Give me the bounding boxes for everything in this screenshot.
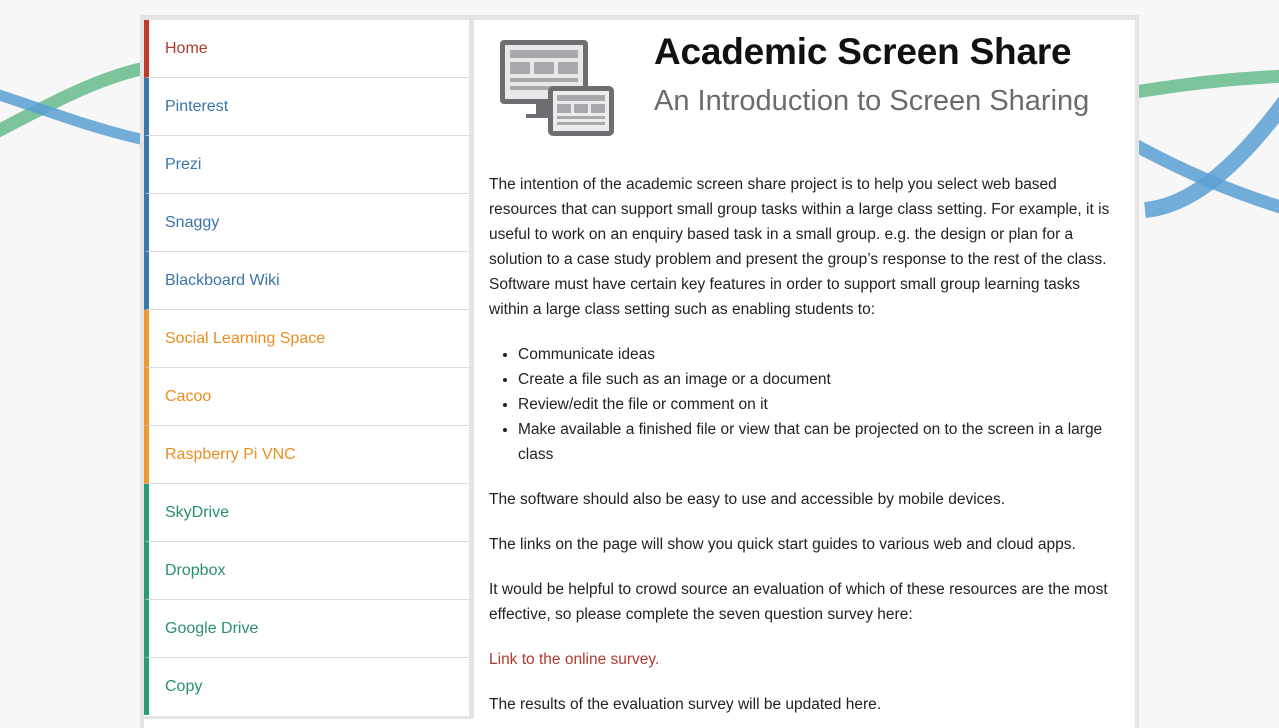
article-body: The intention of the academic screen sha…: [489, 172, 1114, 728]
sidebar-item-skydrive[interactable]: SkyDrive: [144, 484, 469, 542]
survey-link[interactable]: Link to the online survey.: [489, 651, 659, 668]
sidebar-item-dropbox[interactable]: Dropbox: [144, 542, 469, 600]
list-item: Create a file such as an image or a docu…: [518, 367, 1114, 392]
main-content: Academic Screen Share An Introduction to…: [474, 20, 1135, 728]
page-title: Academic Screen Share: [654, 31, 1072, 72]
list-item: Communicate ideas: [518, 342, 1114, 367]
ribbon-blue-right-2: [1143, 96, 1279, 218]
screens-icon: [500, 40, 614, 136]
feature-list: Communicate ideas Create a file such as …: [489, 342, 1114, 467]
ribbon-green-right: [1134, 69, 1279, 99]
results-paragraph: The results of the evaluation survey wil…: [489, 696, 882, 713]
sidebar-item-raspberry-pi-vnc[interactable]: Raspberry Pi VNC: [144, 426, 469, 484]
intro-paragraph: The intention of the academic screen sha…: [489, 176, 1110, 318]
sidebar-nav: Home Pinterest Prezi Snaggy Blackboard W…: [144, 20, 469, 716]
sidebar-item-blackboard-wiki[interactable]: Blackboard Wiki: [144, 252, 469, 310]
list-item: Review/edit the file or comment on it: [518, 392, 1114, 417]
links-paragraph: The links on the page will show you quic…: [489, 536, 1076, 553]
sidebar-item-cacoo[interactable]: Cacoo: [144, 368, 469, 426]
sidebar-item-pinterest[interactable]: Pinterest: [144, 78, 469, 136]
sidebar-item-social-learning-space[interactable]: Social Learning Space: [144, 310, 469, 368]
survey-link-paragraph: Link to the online survey.: [489, 647, 1114, 672]
list-item: Make available a finished file or view t…: [518, 417, 1114, 467]
sidebar-item-home[interactable]: Home: [144, 20, 469, 78]
sidebar-item-copy[interactable]: Copy: [144, 658, 469, 715]
page-subtitle: An Introduction to Screen Sharing: [654, 85, 1090, 117]
mobile-paragraph: The software should also be easy to use …: [489, 491, 1006, 508]
sidebar-item-google-drive[interactable]: Google Drive: [144, 600, 469, 658]
sidebar-item-prezi[interactable]: Prezi: [144, 136, 469, 194]
survey-paragraph: It would be helpful to crowd source an e…: [489, 581, 1108, 623]
sidebar-item-snaggy[interactable]: Snaggy: [144, 194, 469, 252]
